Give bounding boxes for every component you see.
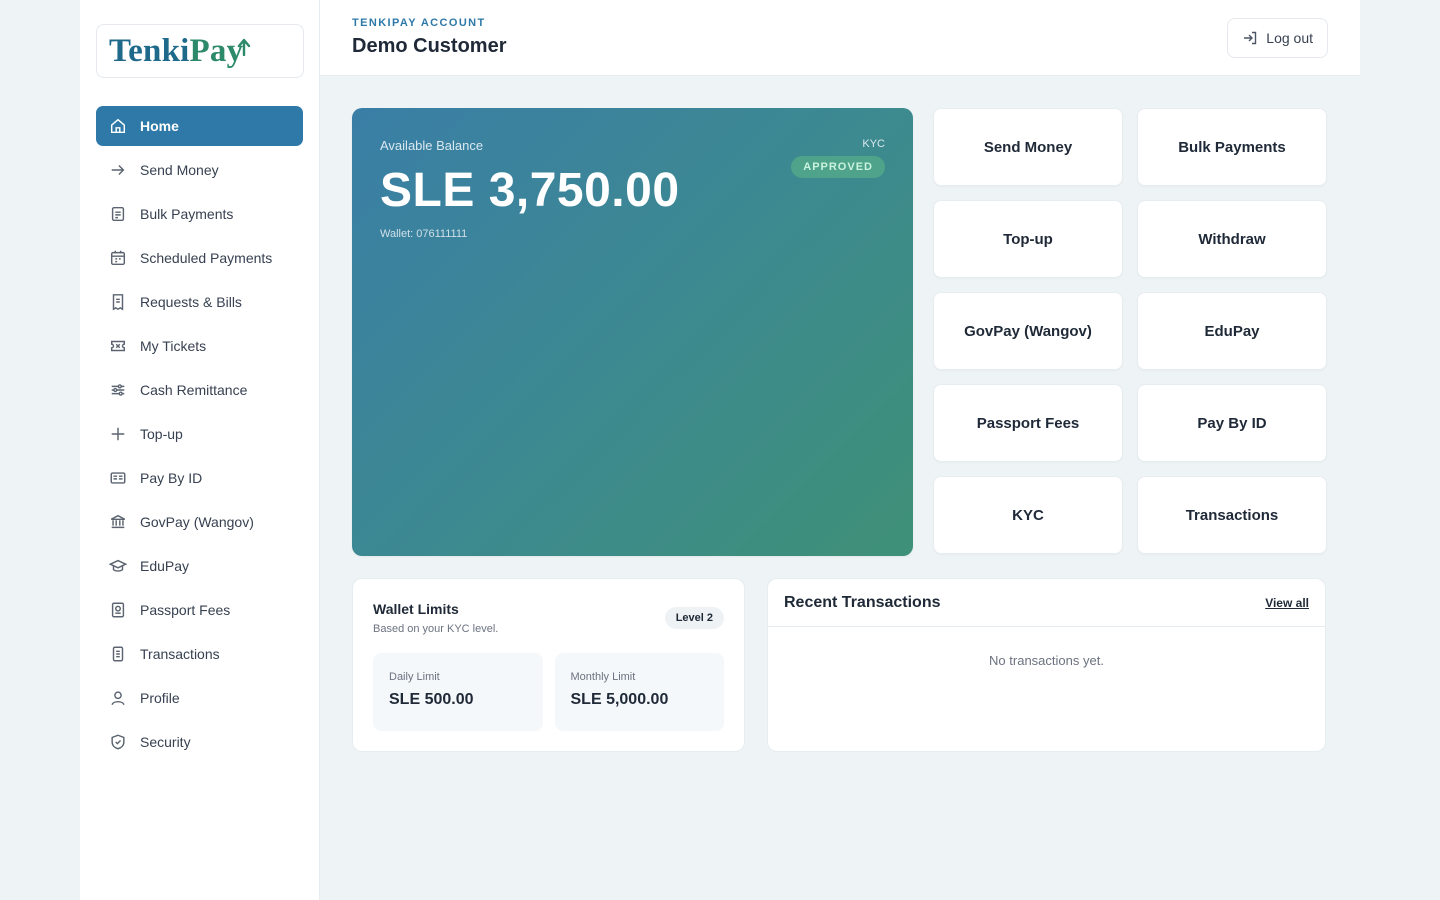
sidebar-item-transactions[interactable]: Transactions [96,634,303,674]
sidebar-item-label: GovPay (Wangov) [140,514,254,530]
daily-limit-value: SLE 500.00 [389,691,474,708]
shield-icon [108,732,128,752]
sidebar-item-top-up[interactable]: Top-up [96,414,303,454]
view-all-link[interactable]: View all [1265,596,1309,610]
sidebar-nav: Home Send Money Bulk Payments Scheduled … [96,106,303,762]
sidebar-item-label: Send Money [140,162,219,178]
sidebar-item-label: Bulk Payments [140,206,234,222]
customer-name: Demo Customer [352,35,507,57]
daily-limit-label: Daily Limit [389,671,440,683]
logout-button[interactable]: Log out [1227,17,1328,58]
id-card-icon [108,468,128,488]
sidebar-item-label: Transactions [140,646,220,662]
arrow-right-icon [108,160,128,180]
action-passport-fees-button[interactable]: Passport Fees [933,384,1123,462]
sidebar-item-passport-fees[interactable]: Passport Fees [96,590,303,630]
home-icon [108,116,128,136]
recent-transactions-header: Recent Transactions View all [768,579,1325,627]
sidebar-item-cash-remittance[interactable]: Cash Remittance [96,370,303,410]
sidebar-item-edupay[interactable]: EduPay [96,546,303,586]
wallet-limits-card: Wallet Limits Based on your KYC level. L… [352,578,745,752]
balance-card: Available Balance SLE 3,750.00 Wallet: 0… [352,108,913,556]
app-shell: Tenki Pay Home Send Money Bulk Payments S… [80,0,1360,900]
sidebar-item-label: Cash Remittance [140,382,248,398]
sidebar-item-home[interactable]: Home [96,106,303,146]
account-heading: TENKIPAY ACCOUNT Demo Customer [352,17,506,58]
sidebar-item-label: EduPay [140,558,190,574]
passport-icon [108,600,128,620]
action-send-money-button[interactable]: Send Money [933,108,1123,186]
main-area: TENKIPAY ACCOUNT Demo Customer Log out A… [320,0,1360,900]
action-top-up-button[interactable]: Top-up [933,200,1123,278]
recent-transactions-title: Recent Transactions [784,593,941,611]
sidebar-item-my-tickets[interactable]: My Tickets [96,326,303,366]
limit-boxes: Daily Limit SLE 500.00 Monthly Limit SLE… [373,653,724,731]
logo-text-pay: Pay [189,32,244,69]
action-withdraw-button[interactable]: Withdraw [1137,200,1327,278]
plus-icon [108,424,128,444]
receipt-icon [108,292,128,312]
sidebar-item-scheduled-payments[interactable]: Scheduled Payments [96,238,303,278]
wallet-number: Wallet: 076111111 [380,228,468,240]
action-edupay-button[interactable]: EduPay [1137,292,1327,370]
list-icon [108,644,128,664]
action-pay-by-id-button[interactable]: Pay By ID [1137,384,1327,462]
sidebar-item-send-money[interactable]: Send Money [96,150,303,190]
sidebar-item-label: Top-up [140,426,183,442]
kyc-label: KYC [862,138,885,150]
sidebar-item-govpay[interactable]: GovPay (Wangov) [96,502,303,542]
sidebar-item-label: Scheduled Payments [140,250,273,266]
recent-transactions-card: Recent Transactions View all No transact… [767,578,1326,752]
sidebar-item-label: Security [140,734,191,750]
document-icon [108,204,128,224]
logo-box[interactable]: Tenki Pay [96,24,304,78]
account-label: TENKIPAY ACCOUNT [352,17,486,29]
logout-label: Log out [1266,29,1313,46]
top-row: Available Balance SLE 3,750.00 Wallet: 0… [352,108,1328,556]
topbar: TENKIPAY ACCOUNT Demo Customer Log out [320,0,1360,76]
action-bulk-payments-button[interactable]: Bulk Payments [1137,108,1327,186]
action-transactions-button[interactable]: Transactions [1137,476,1327,554]
sidebar-item-bulk-payments[interactable]: Bulk Payments [96,194,303,234]
action-kyc-button[interactable]: KYC [933,476,1123,554]
sidebar-item-label: My Tickets [140,338,207,354]
monthly-limit-label: Monthly Limit [570,671,636,683]
user-icon [108,688,128,708]
kyc-status-badge: APPROVED [791,156,885,178]
sidebar-item-label: Passport Fees [140,602,231,618]
monthly-limit-box: Monthly Limit SLE 5,000.00 [554,653,724,731]
sidebar-item-requests-bills[interactable]: Requests & Bills [96,282,303,322]
sidebar-item-security[interactable]: Security [96,722,303,762]
monthly-limit-value: SLE 5,000.00 [570,691,669,708]
ticket-icon [108,336,128,356]
sidebar-item-pay-by-id[interactable]: Pay By ID [96,458,303,498]
sidebar-item-label: Pay By ID [140,470,203,486]
dashboard-content: Available Balance SLE 3,750.00 Wallet: 0… [320,76,1360,752]
calendar-icon [108,248,128,268]
sliders-icon [108,380,128,400]
quick-actions-grid: Send Money Bulk Payments Top-up Withdraw… [933,108,1327,556]
sidebar-item-label: Home [140,118,179,134]
logo-arrow-icon [238,38,251,56]
graduation-cap-icon [108,556,128,576]
sidebar-item-label: Requests & Bills [140,294,242,310]
empty-transactions-message: No transactions yet. [989,653,1104,668]
kyc-status-block: KYC APPROVED [791,138,885,178]
sidebar: Tenki Pay Home Send Money Bulk Payments S… [80,0,320,900]
bank-icon [108,512,128,532]
sidebar-item-profile[interactable]: Profile [96,678,303,718]
logout-icon [1244,31,1257,44]
sidebar-item-label: Profile [140,690,180,706]
kyc-level-badge: Level 2 [664,607,724,629]
logo-text-tenki: Tenki [109,32,190,69]
tenkipay-logo: Tenki Pay [109,32,251,69]
daily-limit-box: Daily Limit SLE 500.00 [373,653,543,731]
bottom-row: Wallet Limits Based on your KYC level. L… [352,578,1328,752]
action-govpay-button[interactable]: GovPay (Wangov) [933,292,1123,370]
